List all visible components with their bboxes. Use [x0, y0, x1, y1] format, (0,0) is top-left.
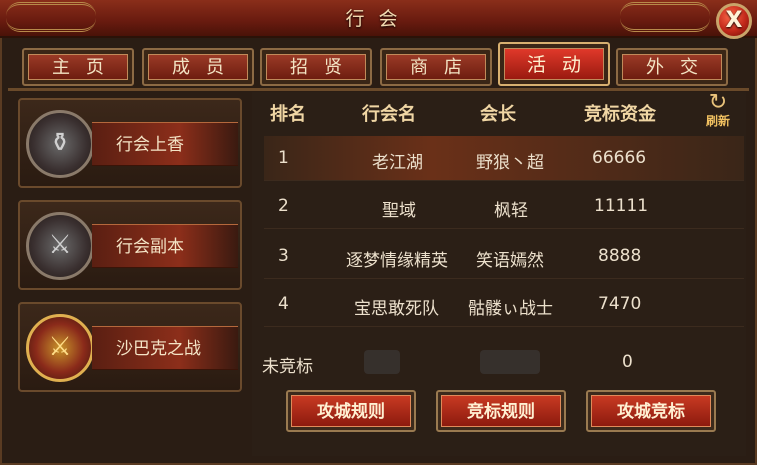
table-row[interactable]: 3 逐梦情缘精英 笑语嫣然 8888	[264, 234, 744, 279]
tab-bar: 主页 成员 招贤 商店 活动 外交	[8, 38, 749, 91]
header-rank: 排名	[270, 104, 306, 125]
header-bid-funds: 竞标资金	[584, 104, 656, 125]
bid-ranking-table: 排名 行会名 会长 竞标资金 ↻ 刷新 1 老江湖 野狼丶超 66666 2 聖…	[252, 92, 746, 456]
close-icon: X	[725, 8, 743, 33]
tab-home[interactable]: 主页	[22, 48, 134, 86]
sidebar-item-label: 行会副本	[92, 224, 238, 268]
unbid-value: 0	[622, 352, 633, 372]
sidebar-item-shabak-war[interactable]: ⚔ 沙巴克之战	[18, 302, 242, 392]
tab-activity[interactable]: 活动	[498, 42, 610, 86]
redacted-leader-name	[480, 350, 540, 374]
redacted-guild-name	[364, 350, 400, 374]
tab-shop[interactable]: 商店	[380, 48, 492, 86]
refresh-button[interactable]: ↻ 刷新	[698, 92, 738, 130]
sidebar-item-label: 行会上香	[92, 122, 238, 166]
header-leader: 会长	[480, 104, 516, 125]
refresh-icon: ↻	[708, 90, 728, 115]
unbid-label: 未竞标	[262, 357, 313, 377]
title-bar: 行会	[0, 0, 757, 38]
table-row[interactable]: 1 老江湖 野狼丶超 66666	[264, 136, 744, 181]
sidebar-item-dungeon[interactable]: ⚔ 行会副本	[18, 200, 242, 290]
close-button[interactable]: X	[716, 3, 752, 39]
bid-rules-button[interactable]: 竞标规则	[436, 390, 566, 432]
sidebar-item-label: 沙巴克之战	[92, 326, 238, 370]
siege-rules-button[interactable]: 攻城规则	[286, 390, 416, 432]
window-title: 行会	[345, 8, 412, 30]
incense-urn-icon: ⚱	[26, 110, 94, 178]
table-row[interactable]: 2 聖域 枫轻 11111	[264, 184, 744, 229]
siege-bid-button[interactable]: 攻城竞标	[586, 390, 716, 432]
table-row[interactable]: 4 宝思敢死队 骷髅ぃ战士 7470	[264, 282, 744, 327]
crossed-swords-icon: ⚔	[26, 212, 94, 280]
tab-members[interactable]: 成员	[142, 48, 254, 86]
castle-war-emblem-icon: ⚔	[26, 314, 94, 382]
tab-diplomacy[interactable]: 外交	[616, 48, 728, 86]
header-guild-name: 行会名	[362, 104, 416, 125]
tab-recruit[interactable]: 招贤	[260, 48, 372, 86]
sidebar-item-incense[interactable]: ⚱ 行会上香	[18, 98, 242, 188]
